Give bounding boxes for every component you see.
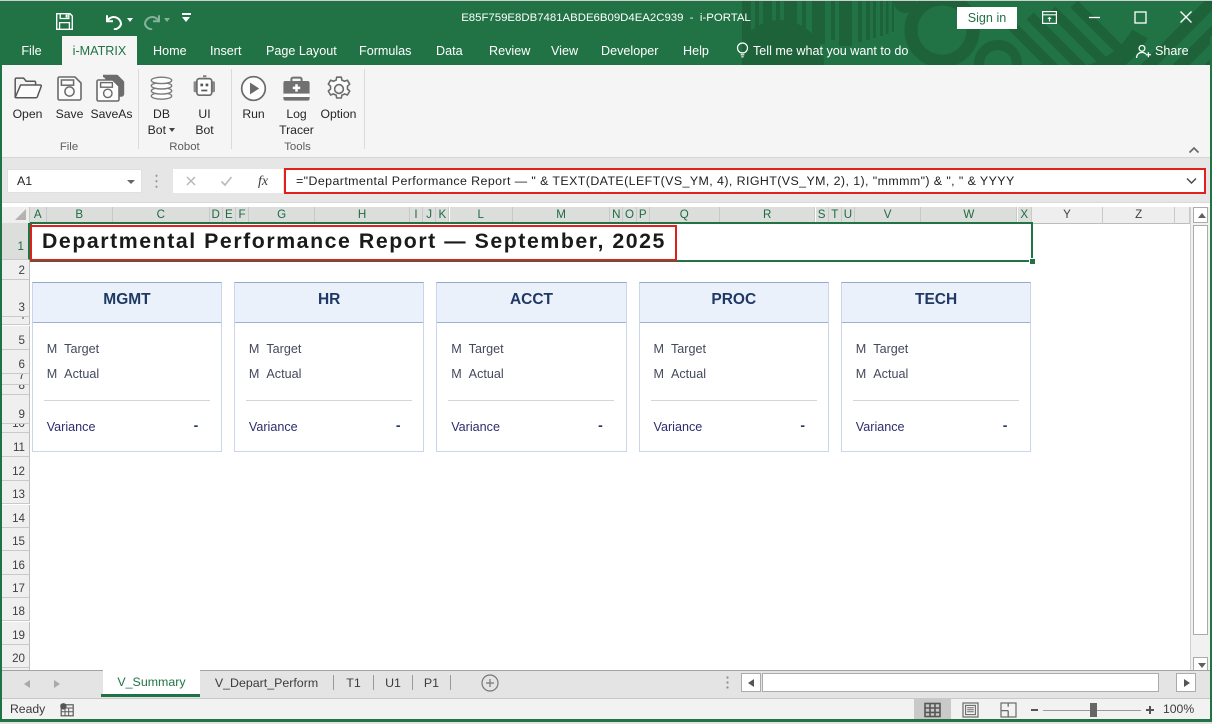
svg-text:fx: fx	[258, 174, 269, 188]
